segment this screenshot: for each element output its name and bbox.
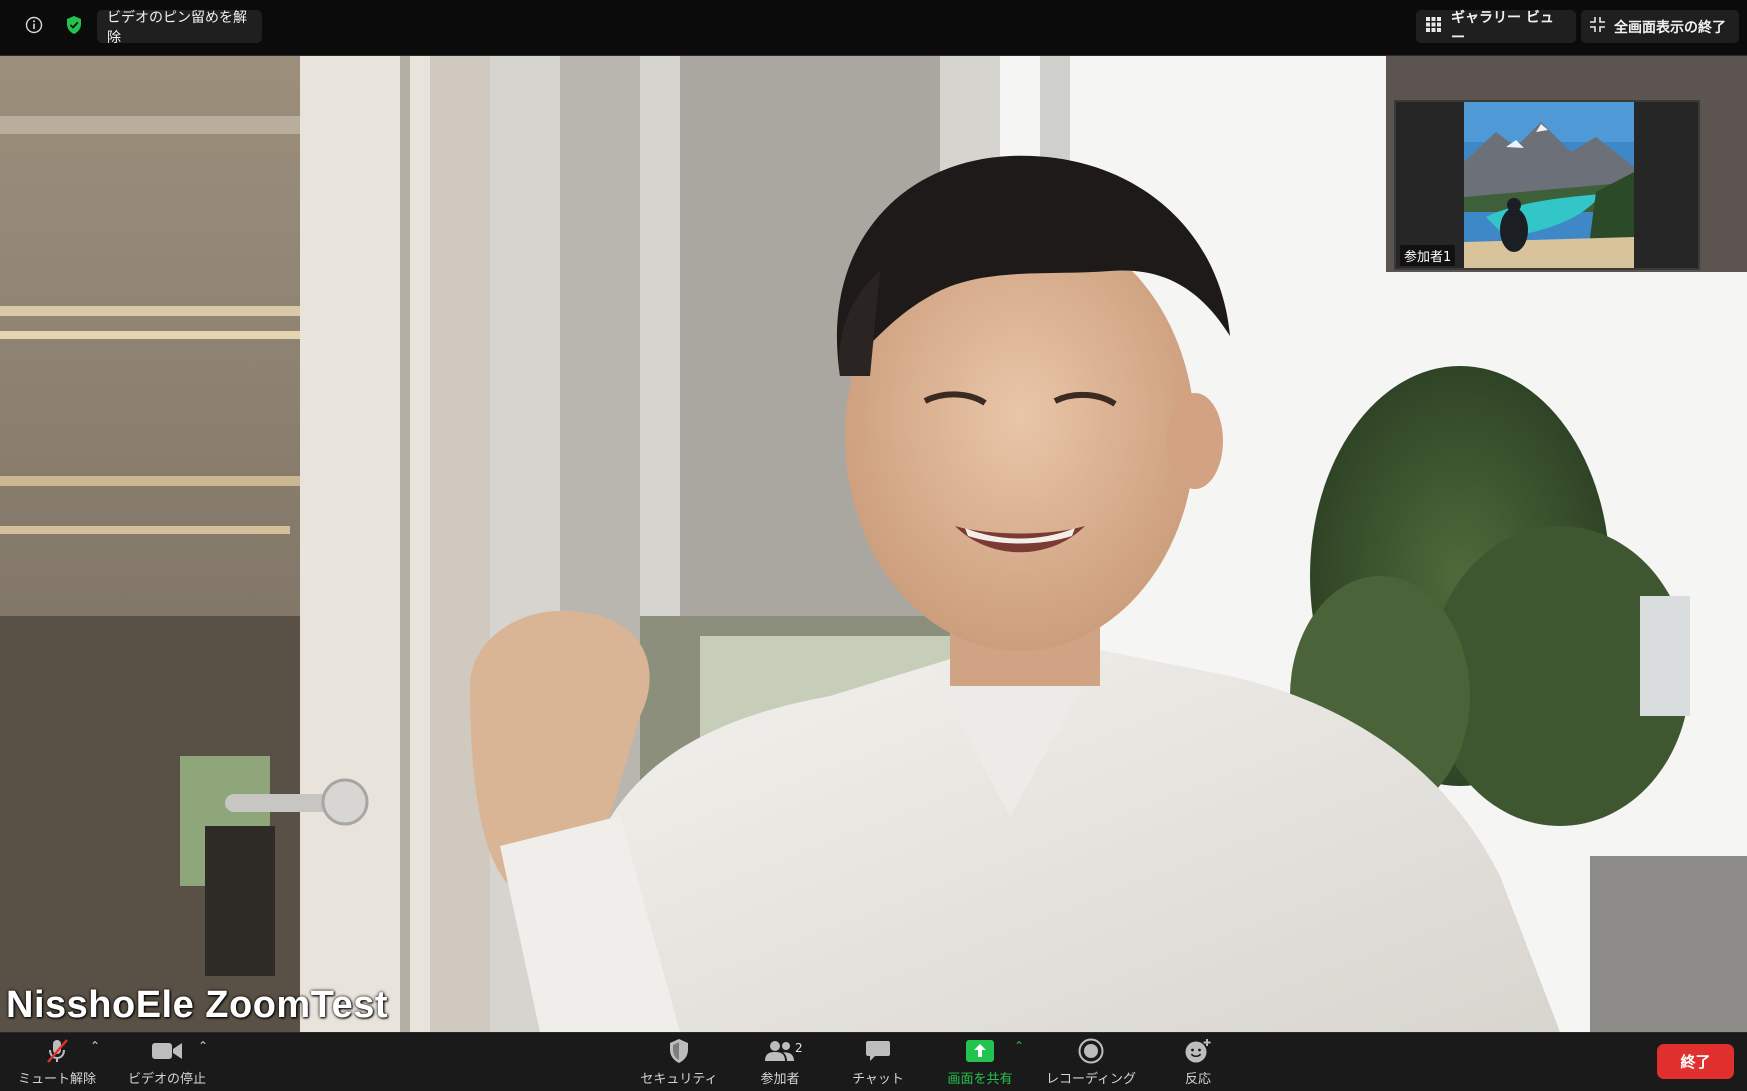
unmute-label: ミュート解除 bbox=[17, 1072, 96, 1087]
recording-label: レコーディング bbox=[1045, 1072, 1137, 1087]
chat-label: チャット bbox=[852, 1072, 904, 1087]
participants-icon bbox=[764, 1037, 796, 1065]
unpin-video-label: ビデオのピン留めを解除 bbox=[107, 9, 247, 46]
participants-count-badge: 2 bbox=[795, 1041, 803, 1055]
gallery-view-button[interactable]: ギャラリー ビュー bbox=[1416, 10, 1576, 46]
audio-options-caret-icon[interactable]: ⌃ bbox=[90, 1039, 100, 1053]
thumbnail-video-frame: 参加者1 bbox=[1394, 100, 1700, 270]
share-screen-label: 画面を共有 bbox=[947, 1072, 1013, 1087]
speaker-name-label: NisshoEle ZoomTest bbox=[6, 984, 389, 1026]
green-shield-icon bbox=[65, 15, 83, 39]
add-reaction-icon bbox=[1184, 1037, 1212, 1065]
reactions-button[interactable]: 反応 bbox=[1172, 1037, 1224, 1089]
end-meeting-button[interactable]: 終了 bbox=[1657, 1044, 1734, 1079]
chat-bubble-icon bbox=[865, 1037, 891, 1065]
share-options-caret-icon[interactable]: ⌃ bbox=[1014, 1039, 1024, 1053]
end-meeting-label: 終了 bbox=[1680, 1053, 1711, 1071]
exit-fullscreen-label: 全画面表示の終了 bbox=[1614, 19, 1726, 36]
gallery-view-label: ギャラリー ビュー bbox=[1451, 9, 1554, 46]
grid-icon bbox=[1426, 17, 1441, 36]
exit-fullscreen-button[interactable]: 全画面表示の終了 bbox=[1581, 10, 1739, 43]
stop-video-label: ビデオの停止 bbox=[127, 1072, 206, 1087]
muted-microphone-icon bbox=[44, 1037, 70, 1065]
thumbnail-video-image bbox=[1396, 102, 1698, 268]
encryption-status-button[interactable] bbox=[58, 10, 90, 43]
participants-label: 参加者 bbox=[760, 1072, 800, 1087]
unmute-button[interactable]: ミュート解除 bbox=[14, 1037, 100, 1089]
participant-thumbnail[interactable]: 参加者1 bbox=[1386, 56, 1747, 272]
record-icon bbox=[1078, 1037, 1104, 1065]
unpin-video-button[interactable]: ビデオのピン留めを解除 bbox=[97, 10, 262, 46]
security-button[interactable]: セキュリティ bbox=[636, 1037, 722, 1089]
video-camera-icon bbox=[151, 1037, 183, 1065]
video-options-caret-icon[interactable]: ⌃ bbox=[198, 1039, 208, 1053]
thumbnail-participant-label: 参加者1 bbox=[1400, 245, 1456, 266]
meeting-toolbar: ミュート解除 ⌃ ビデオの停止 ⌃ セキュリティ 参加者 2 チャット 画面を共… bbox=[0, 1032, 1747, 1091]
security-shield-icon bbox=[668, 1037, 690, 1065]
reactions-label: 反応 bbox=[1184, 1072, 1211, 1087]
chat-button[interactable]: チャット bbox=[843, 1037, 913, 1089]
exit-fullscreen-icon bbox=[1590, 17, 1605, 36]
share-screen-button[interactable]: 画面を共有 bbox=[940, 1037, 1020, 1089]
info-icon bbox=[25, 16, 43, 38]
top-bar: ビデオのピン留めを解除 ギャラリー ビュー 全画面表示の終了 bbox=[0, 0, 1747, 56]
security-label: セキュリティ bbox=[640, 1072, 718, 1087]
meeting-info-button[interactable] bbox=[18, 10, 50, 43]
share-screen-icon bbox=[965, 1037, 995, 1065]
recording-button[interactable]: レコーディング bbox=[1044, 1037, 1138, 1089]
